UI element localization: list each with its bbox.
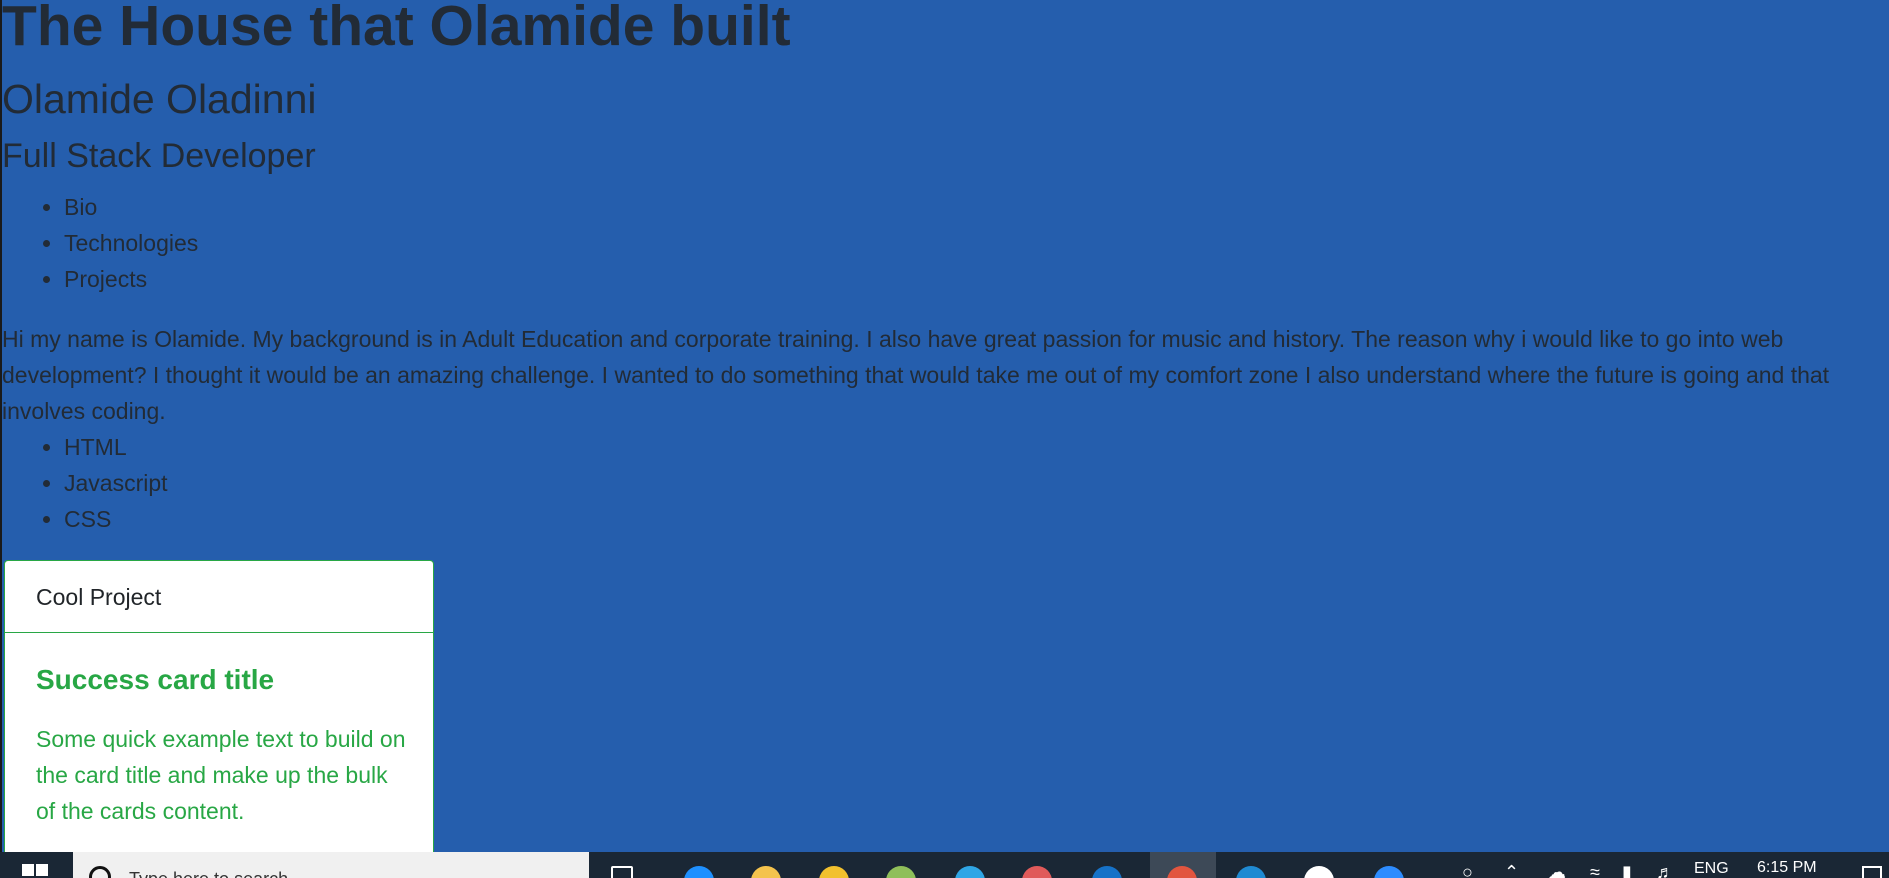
page-title: The House that Olamide built: [2, 0, 791, 58]
language-indicator[interactable]: ENG: [1694, 860, 1729, 878]
technology-item: Javascript: [64, 465, 168, 501]
windows-logo-icon: [22, 864, 48, 878]
chrome-canary-icon[interactable]: [819, 866, 849, 878]
wifi-icon[interactable]: ≈: [1590, 862, 1600, 878]
edge-icon[interactable]: [684, 866, 714, 878]
author-role: Full Stack Developer: [2, 137, 316, 175]
vscode-icon[interactable]: [1236, 866, 1266, 878]
windows-taskbar: Type here to search ○ ⌃ ☁ ≈ ▮ ♬ ENG 6:15…: [0, 852, 1889, 878]
slack-icon[interactable]: [1304, 866, 1334, 878]
outlook-icon[interactable]: [1092, 866, 1122, 878]
nav-item-projects[interactable]: Projects: [64, 261, 198, 297]
chevron-up-icon[interactable]: ⌃: [1504, 862, 1519, 878]
author-name: Olamide Oladinni: [2, 76, 317, 122]
notification-center-icon[interactable]: [1862, 866, 1882, 878]
skype-icon[interactable]: [955, 866, 985, 878]
volume-icon[interactable]: ♬: [1656, 862, 1674, 878]
nav-item-technologies[interactable]: Technologies: [64, 225, 198, 261]
file-explorer-icon[interactable]: [751, 866, 781, 878]
web-page: The House that Olamide built Olamide Ola…: [0, 0, 1889, 860]
technologies-list: HTML Javascript CSS: [2, 429, 168, 537]
chrome-icon[interactable]: [886, 866, 916, 878]
paint-icon[interactable]: [1022, 866, 1052, 878]
zoom-icon[interactable]: [1374, 866, 1404, 878]
onedrive-icon[interactable]: ☁: [1548, 862, 1566, 878]
card-title: Success card title: [36, 664, 275, 695]
bio-paragraph: Hi my name is Olamide. My background is …: [2, 326, 1830, 424]
search-placeholder: Type here to search: [129, 869, 288, 878]
card-header: Cool Project: [5, 561, 433, 633]
technology-item: CSS: [64, 501, 168, 537]
search-icon: [89, 866, 111, 878]
task-view-icon[interactable]: [611, 866, 633, 878]
nav-item-bio[interactable]: Bio: [64, 189, 198, 225]
clock[interactable]: 6:15 PM: [1757, 859, 1817, 878]
technology-item: HTML: [64, 429, 168, 465]
project-card: Cool Project Success card title Some qui…: [4, 560, 434, 860]
people-icon[interactable]: ○: [1462, 862, 1473, 878]
start-button[interactable]: [0, 852, 72, 878]
card-text: Some quick example text to build on the …: [36, 726, 406, 824]
taskbar-search-box[interactable]: Type here to search: [73, 852, 589, 878]
section-nav-list: Bio Technologies Projects: [2, 189, 198, 297]
battery-icon[interactable]: ▮: [1622, 862, 1632, 878]
